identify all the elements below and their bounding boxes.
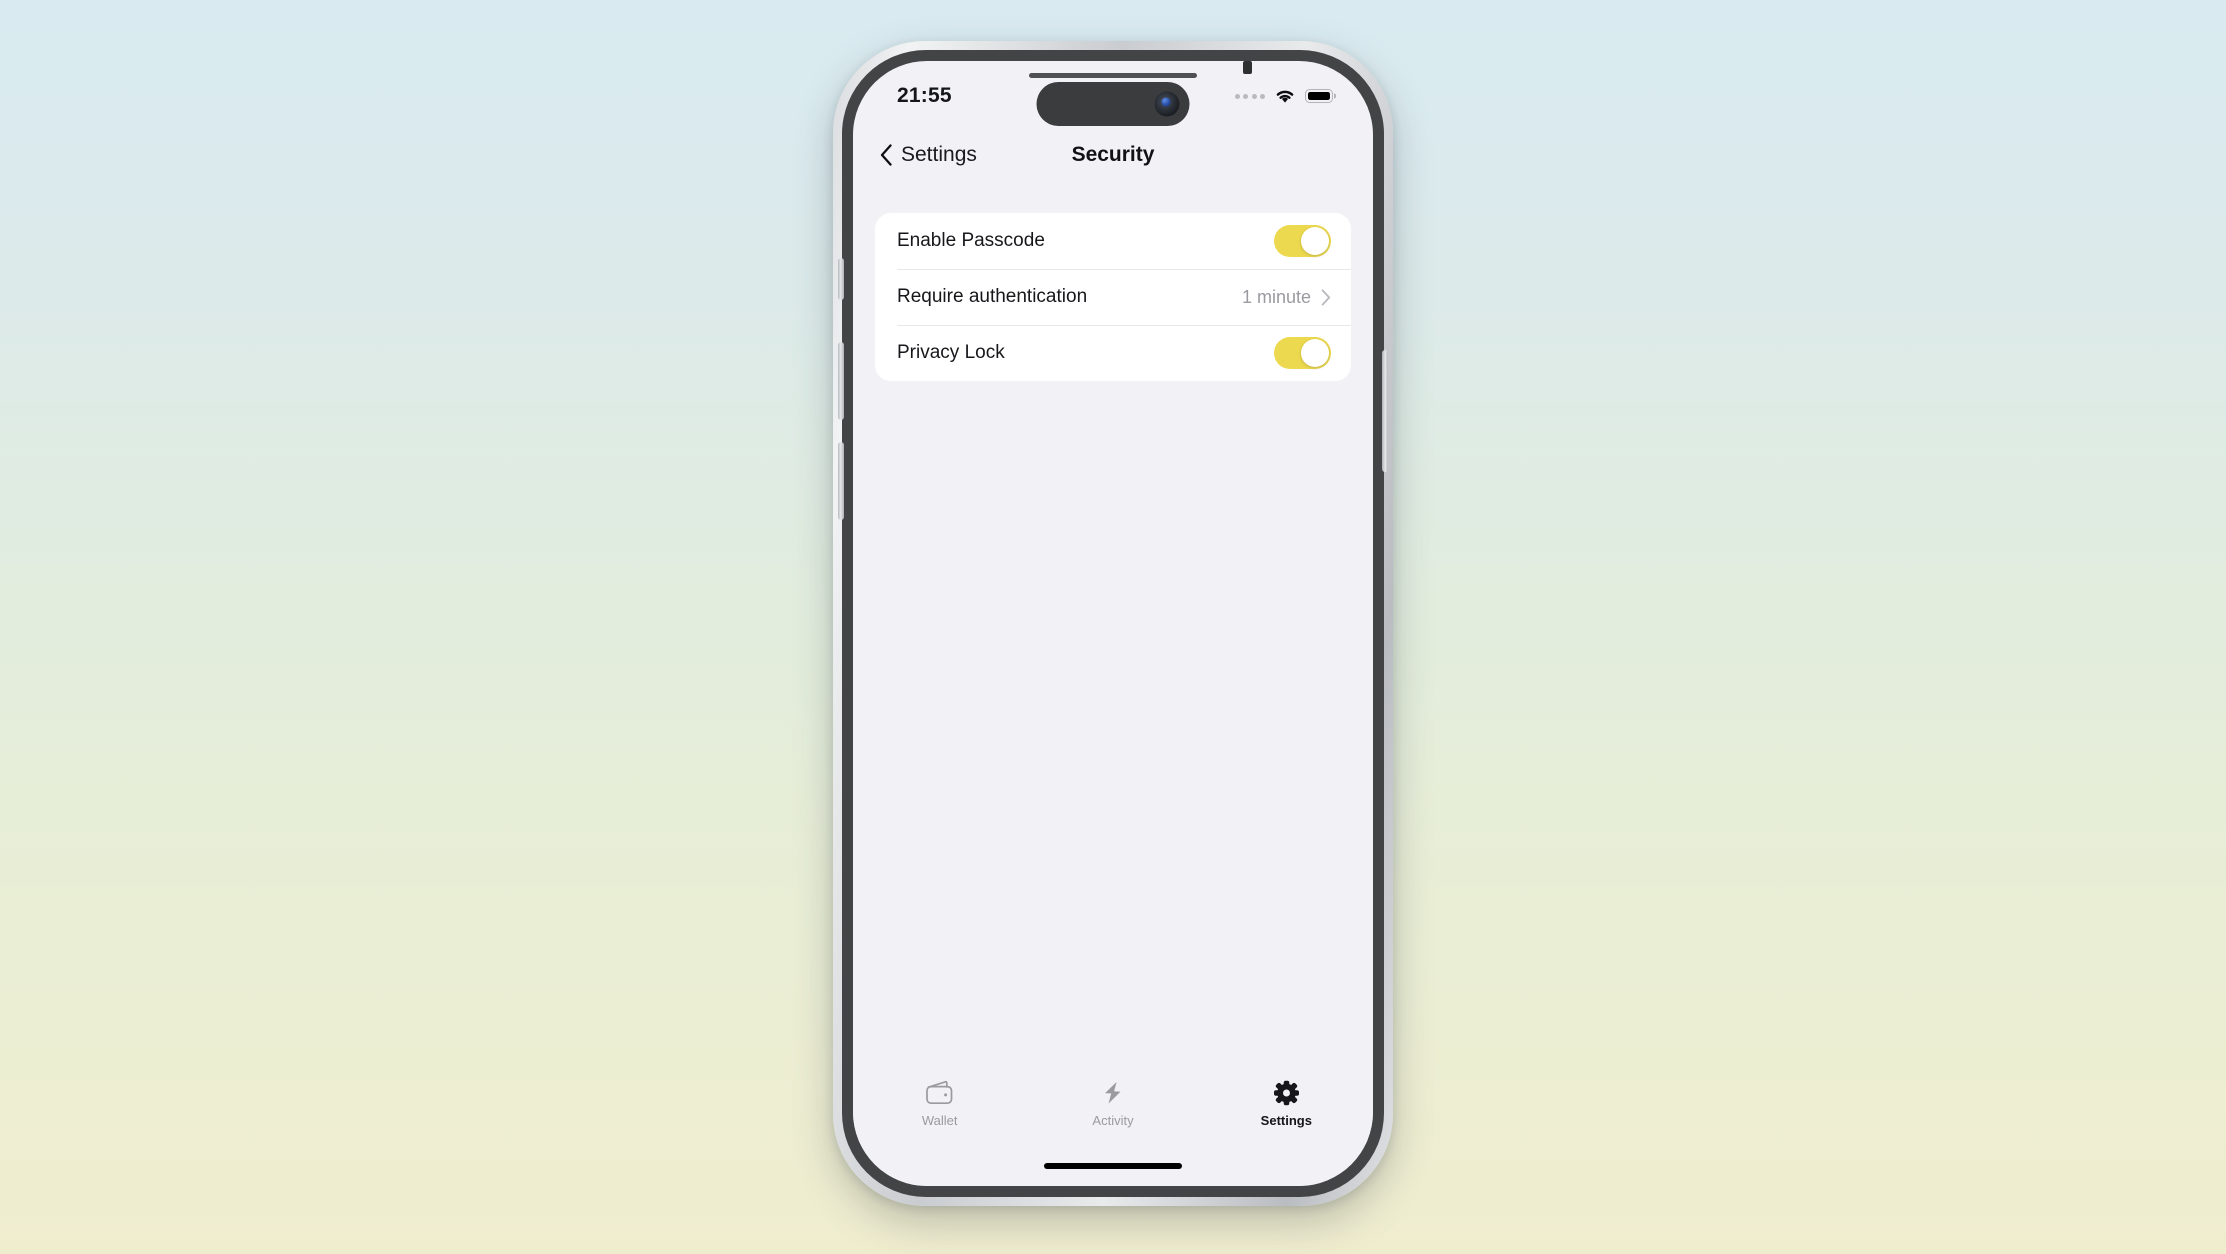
- dynamic-island: [1036, 82, 1190, 126]
- row-label: Require authentication: [897, 286, 1088, 307]
- back-button-label: Settings: [901, 143, 977, 166]
- page-title: Security: [1071, 143, 1155, 166]
- phone-screen: 21:55 Settings Security Enable Passcode …: [853, 61, 1373, 1186]
- chevron-left-icon: [880, 144, 892, 166]
- require-authentication-value: 1 minute: [1241, 286, 1311, 307]
- front-camera-icon: [1154, 91, 1180, 117]
- gear-icon: [1273, 1080, 1299, 1106]
- row-enable-passcode[interactable]: Enable Passcode: [875, 213, 1351, 269]
- antenna-notch: [1243, 61, 1252, 74]
- chevron-right-icon: [1321, 288, 1331, 306]
- phone-device: 21:55 Settings Security Enable Passcode …: [833, 41, 1393, 1206]
- row-privacy-lock[interactable]: Privacy Lock: [875, 325, 1351, 381]
- volume-up-button[interactable]: [838, 342, 844, 420]
- signal-dots-icon: [1234, 93, 1265, 99]
- battery-icon: [1305, 89, 1333, 103]
- settings-content: Enable Passcode Require authentication 1…: [853, 183, 1373, 1066]
- bolt-icon: [1104, 1082, 1121, 1104]
- action-button[interactable]: [838, 258, 844, 300]
- volume-down-button[interactable]: [838, 442, 844, 520]
- home-indicator[interactable]: [1044, 1163, 1182, 1169]
- toggle-knob: [1301, 227, 1329, 255]
- navigation-bar: Settings Security: [853, 127, 1373, 183]
- tab-label: Settings: [1260, 1113, 1312, 1128]
- tab-wallet[interactable]: Wallet: [853, 1080, 1026, 1128]
- row-require-authentication[interactable]: Require authentication 1 minute: [875, 269, 1351, 325]
- privacy-lock-toggle[interactable]: [1274, 337, 1331, 369]
- tab-settings[interactable]: Settings: [1200, 1080, 1373, 1128]
- settings-card: Enable Passcode Require authentication 1…: [875, 213, 1351, 381]
- wallet-icon: [925, 1080, 953, 1105]
- tab-label: Wallet: [921, 1113, 958, 1128]
- back-button[interactable]: Settings: [880, 143, 977, 167]
- tab-label: Activity: [1092, 1113, 1134, 1128]
- row-label: Enable Passcode: [897, 230, 1045, 251]
- scene: 21:55 Settings Security Enable Passcode …: [0, 0, 2226, 1254]
- row-value-group: 1 minute: [1242, 287, 1331, 308]
- wifi-icon: [1276, 90, 1294, 103]
- toggle-knob: [1301, 339, 1329, 367]
- tab-activity[interactable]: Activity: [1026, 1080, 1199, 1128]
- status-bar-time: 21:55: [897, 84, 952, 107]
- phone-frame: 21:55 Settings Security Enable Passcode …: [838, 50, 1388, 1197]
- enable-passcode-toggle[interactable]: [1274, 225, 1331, 257]
- row-label: Privacy Lock: [897, 342, 1005, 363]
- power-button[interactable]: [1382, 350, 1388, 472]
- earpiece-speaker: [1029, 73, 1197, 78]
- status-bar-indicators: [1234, 88, 1333, 104]
